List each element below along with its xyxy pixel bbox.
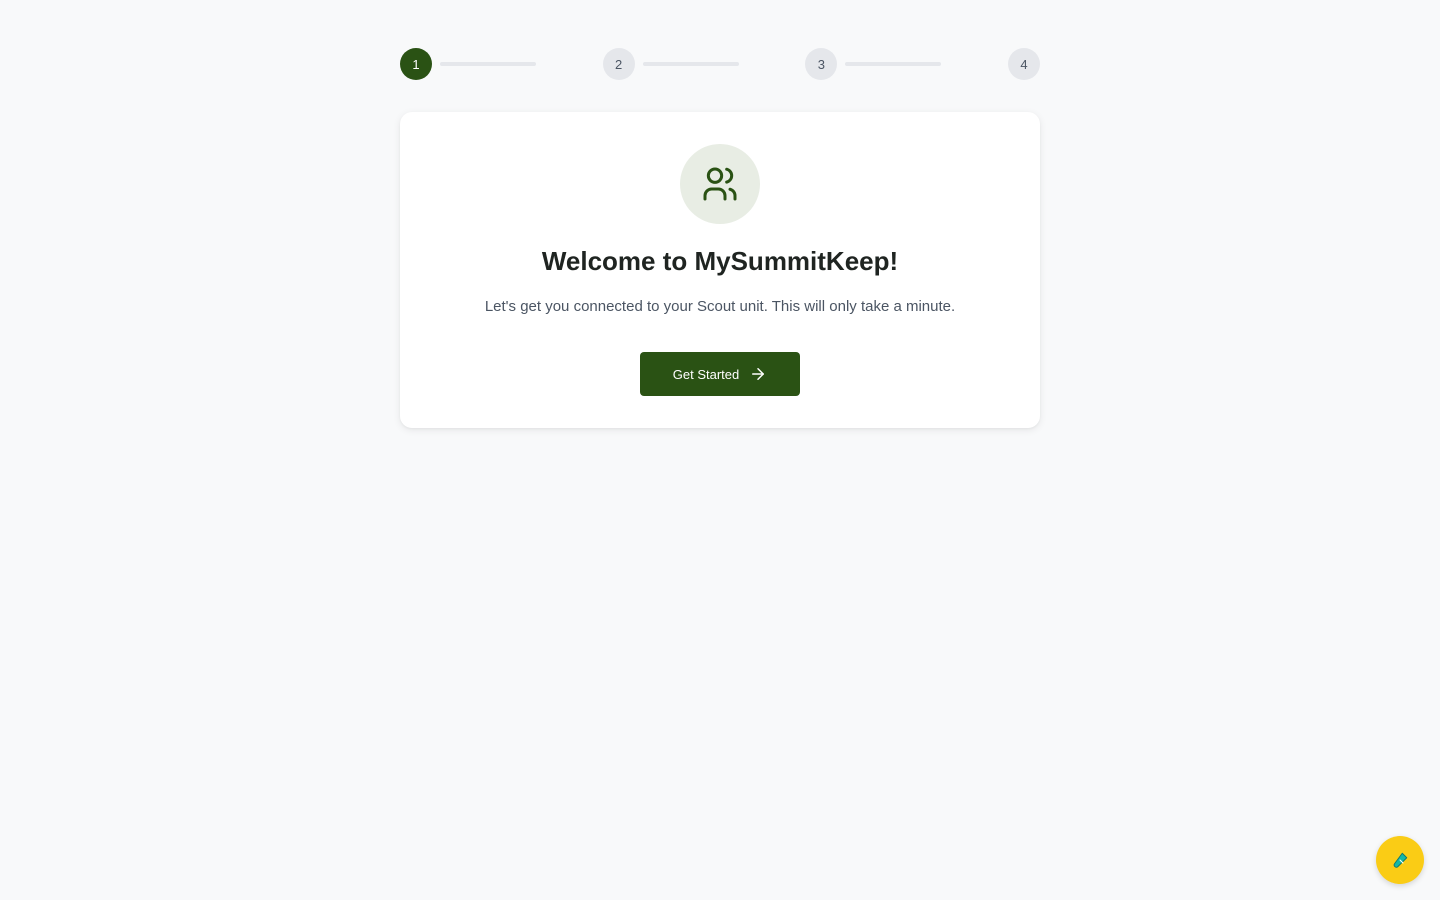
get-started-label: Get Started (672, 366, 740, 382)
step-2-indicator: 2 (602, 48, 635, 80)
step-4-label: 4 (1020, 56, 1028, 72)
step-3-indicator: 3 (805, 48, 838, 80)
step-1-indicator: 1 (400, 48, 432, 80)
onboarding-stepper: 1 2 3 4 (400, 48, 1041, 80)
step-4-indicator: 4 (1008, 48, 1041, 80)
welcome-title: Welcome to MySummitKeep! (541, 246, 899, 276)
arrow-right-icon (752, 368, 765, 380)
test-tube-fab-button[interactable] (1376, 836, 1424, 884)
step-3-connector (845, 62, 942, 66)
welcome-card: Welcome to MySummitKeep! Let's get you c… (400, 112, 1040, 428)
test-tube-icon (1393, 852, 1408, 868)
welcome-subtitle: Let's get you connected to your Scout un… (484, 298, 956, 315)
step-2-connector (642, 62, 739, 66)
step-2-label: 2 (615, 56, 623, 72)
step-1-connector (440, 62, 536, 66)
step-3-label: 3 (817, 56, 825, 72)
users-icon (680, 144, 760, 224)
step-1-label: 1 (412, 56, 420, 72)
get-started-button[interactable]: Get Started (640, 352, 800, 396)
